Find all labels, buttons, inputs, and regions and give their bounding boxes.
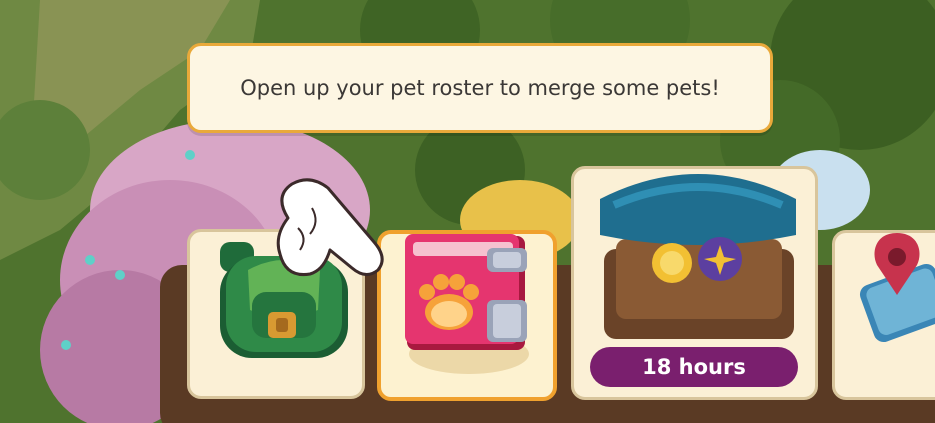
backpack-slot[interactable] xyxy=(187,229,365,399)
backpack-icon xyxy=(220,242,348,358)
game-screen: 18 hours Open up your pet roster to merg… xyxy=(0,0,935,423)
pet-roster-slot[interactable] xyxy=(377,230,557,401)
tutorial-message: Open up your pet roster to merge some pe… xyxy=(240,76,720,100)
tutorial-tooltip: Open up your pet roster to merge some pe… xyxy=(187,43,773,133)
shop-timer-label: 18 hours xyxy=(642,355,746,379)
paw-book-icon xyxy=(405,234,529,374)
map-slot[interactable] xyxy=(832,230,935,400)
map-pin-icon xyxy=(859,233,935,343)
shop-timer-badge: 18 hours xyxy=(590,347,798,387)
